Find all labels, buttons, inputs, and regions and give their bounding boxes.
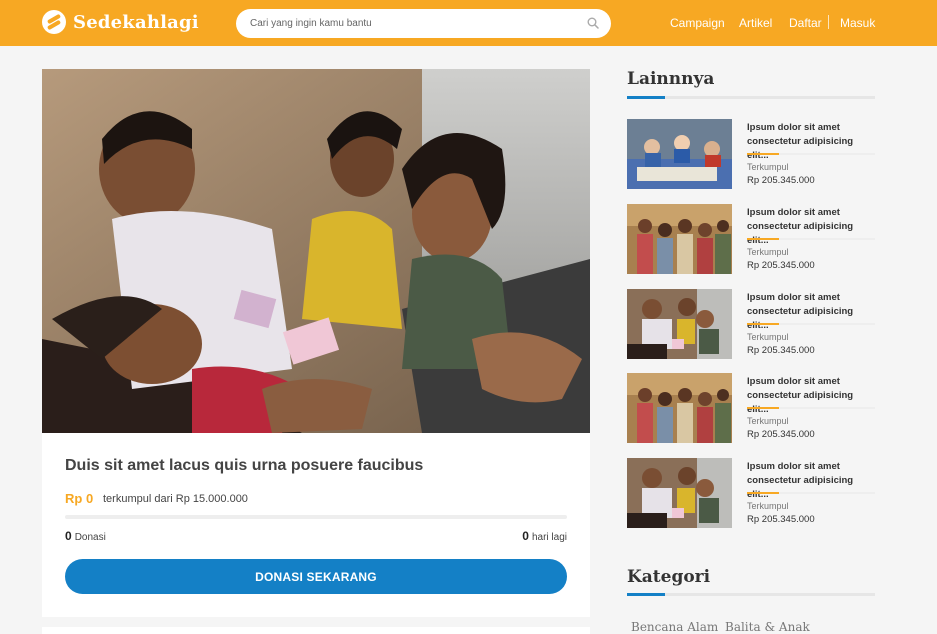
donor-count-stat: 0 Donasi [65,529,106,543]
donor-count: 0 [65,529,72,543]
other-campaign-item[interactable]: Ipsum dolor sit amet consectetur adipisi… [627,373,875,443]
other-campaign-title[interactable]: Ipsum dolor sit amet consectetur adipisi… [747,121,877,163]
other-campaign-item[interactable]: Ipsum dolor sit amet consectetur adipisi… [627,458,875,528]
other-campaign-raised-amount: Rp 205.345.000 [747,429,815,440]
other-campaign-raised-label: Terkumpul [747,501,789,511]
search-input[interactable] [250,9,580,38]
other-campaign-title[interactable]: Ipsum dolor sit amet consectetur adipisi… [747,206,877,248]
other-campaign-item[interactable]: Ipsum dolor sit amet consectetur adipisi… [627,204,875,274]
search-icon[interactable] [587,17,599,29]
nav-masuk[interactable]: Masuk [840,16,875,30]
campaign-title[interactable]: Duis sit amet lacus quis urna posuere fa… [65,457,423,475]
other-campaign-title[interactable]: Ipsum dolor sit amet consectetur adipisi… [747,460,877,502]
next-campaign-card [42,627,590,634]
other-campaign-progress [747,407,875,409]
other-campaign-thumbnail[interactable] [627,458,732,528]
nav-daftar[interactable]: Daftar [789,16,822,30]
brand-logo[interactable]: Sedekahlagi [42,10,199,34]
other-campaign-thumbnail[interactable] [627,204,732,274]
days-left-label: hari lagi [531,532,567,543]
other-campaign-title[interactable]: Ipsum dolor sit amet consectetur adipisi… [747,375,877,417]
other-campaign-raised-label: Terkumpul [747,332,789,342]
nav-divider [828,15,829,29]
sidebar-heading-underline [627,96,875,99]
days-left-count: 0 [522,529,529,543]
other-campaign-thumbnail[interactable] [627,289,732,359]
other-campaign-raised-amount: Rp 205.345.000 [747,260,815,271]
other-campaign-progress [747,323,875,325]
other-campaign-thumbnail[interactable] [627,373,732,443]
other-campaign-thumbnail[interactable] [627,119,732,189]
other-campaign-raised-amount: Rp 205.345.000 [747,175,815,186]
sidebar-heading-others: Lainnnya [627,69,715,89]
other-campaign-progress [747,153,875,155]
other-campaign-raised-label: Terkumpul [747,247,789,257]
category-heading-underline [627,593,875,596]
donation-progress-bar [65,515,567,519]
other-campaign-raised-amount: Rp 205.345.000 [747,514,815,525]
raised-target-text: terkumpul dari Rp 15.000.000 [103,493,248,505]
other-campaign-raised-label: Terkumpul [747,162,789,172]
top-navbar: Sedekahlagi Campaign Artikel Daftar Masu… [0,0,937,46]
nav-campaign[interactable]: Campaign [670,16,725,30]
category-balita-anak[interactable]: Balita & Anak [725,620,810,634]
brand-name: Sedekahlagi [73,11,199,33]
other-campaign-raised-label: Terkumpul [747,416,789,426]
donate-now-button[interactable]: DONASI SEKARANG [65,559,567,594]
other-campaign-item[interactable]: Ipsum dolor sit amet consectetur adipisi… [627,119,875,189]
other-campaign-progress [747,238,875,240]
search-bar [236,9,611,38]
other-campaign-raised-amount: Rp 205.345.000 [747,345,815,356]
other-campaign-progress [747,492,875,494]
other-campaign-item[interactable]: Ipsum dolor sit amet consectetur adipisi… [627,289,875,359]
donor-count-label: Donasi [74,532,106,543]
brand-logo-icon [42,10,66,34]
category-bencana-alam[interactable]: Bencana Alam [631,620,718,634]
days-left-stat: 0 hari lagi [522,529,567,543]
campaign-card: Duis sit amet lacus quis urna posuere fa… [42,69,590,617]
campaign-hero-image[interactable] [42,69,590,433]
other-campaign-title[interactable]: Ipsum dolor sit amet consectetur adipisi… [747,291,877,333]
sidebar-heading-category: Kategori [627,567,711,587]
nav-artikel[interactable]: Artikel [739,16,772,30]
raised-amount: Rp 0 [65,491,94,506]
